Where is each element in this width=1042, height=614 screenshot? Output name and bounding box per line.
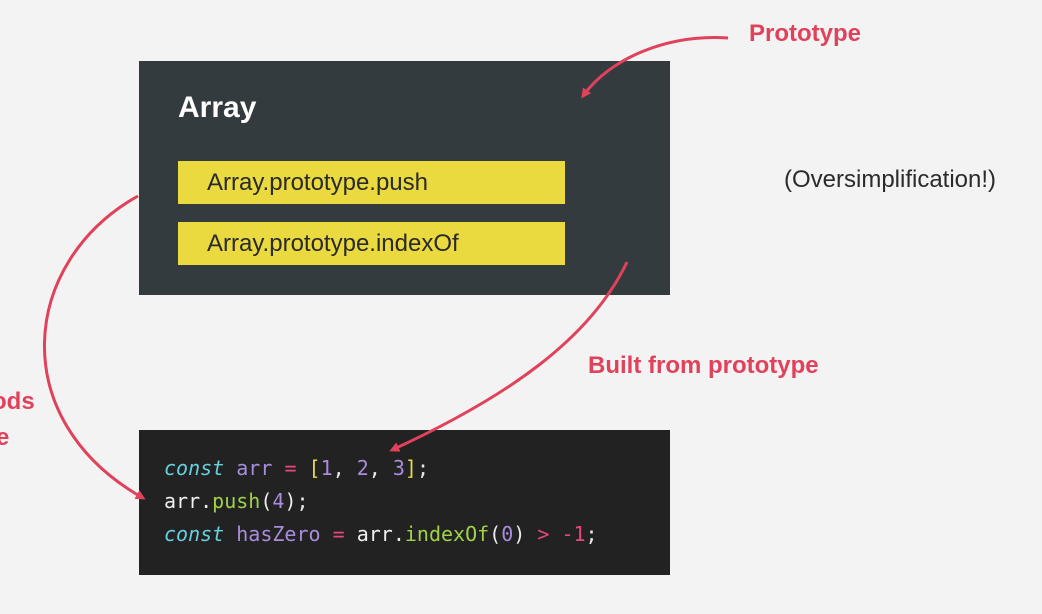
code-token: arr	[356, 522, 393, 546]
oversimplification-note: (Oversimplification!)	[784, 166, 997, 193]
code-token: (	[489, 522, 502, 546]
prototype-label: Prototype	[749, 20, 862, 47]
code-token: 4	[272, 489, 285, 513]
code-token: .	[200, 489, 213, 513]
code-token: arr	[236, 456, 273, 480]
code-token: [	[308, 456, 321, 480]
code-line-3: const hasZero = arr.indexOf(0) > -1;	[164, 518, 670, 551]
cut-off-label-line-2: e	[0, 424, 10, 451]
code-token: 1	[320, 456, 333, 480]
code-token: push	[212, 489, 261, 513]
code-token: ;	[296, 489, 309, 513]
code-token: const	[164, 522, 225, 546]
code-token: ;	[585, 522, 598, 546]
built-from-prototype-label: Built from prototype	[588, 352, 819, 379]
method-indexof-pill: Array.prototype.indexOf	[178, 222, 565, 265]
code-snippet: const arr = [1, 2, 3]; arr.push(4); cons…	[139, 430, 670, 575]
code-token: -1	[561, 522, 586, 546]
code-token: ,	[368, 456, 381, 480]
code-token: >	[537, 522, 550, 546]
code-token: (	[260, 489, 273, 513]
code-token: indexOf	[404, 522, 490, 546]
array-prototype-box: Array Array.prototype.push Array.prototy…	[139, 61, 670, 295]
code-token: )	[513, 522, 526, 546]
code-token: ,	[332, 456, 345, 480]
code-token: 3	[392, 456, 405, 480]
code-token: arr	[164, 489, 201, 513]
code-line-1: const arr = [1, 2, 3];	[164, 452, 670, 485]
array-title: Array	[178, 91, 257, 124]
arrow-methods-to-push	[43, 194, 146, 500]
code-token: ;	[416, 456, 429, 480]
code-line-2: arr.push(4);	[164, 485, 670, 518]
code-token: const	[164, 456, 225, 480]
code-token: )	[284, 489, 297, 513]
code-token: ]	[404, 456, 417, 480]
cut-off-label-line-1: ods	[0, 388, 35, 415]
code-token: =	[332, 522, 345, 546]
code-token: 2	[356, 456, 369, 480]
method-push-pill: Array.prototype.push	[178, 161, 565, 204]
code-token: =	[284, 456, 297, 480]
code-token: .	[392, 522, 405, 546]
code-token: 0	[501, 522, 514, 546]
code-token: hasZero	[236, 522, 321, 546]
